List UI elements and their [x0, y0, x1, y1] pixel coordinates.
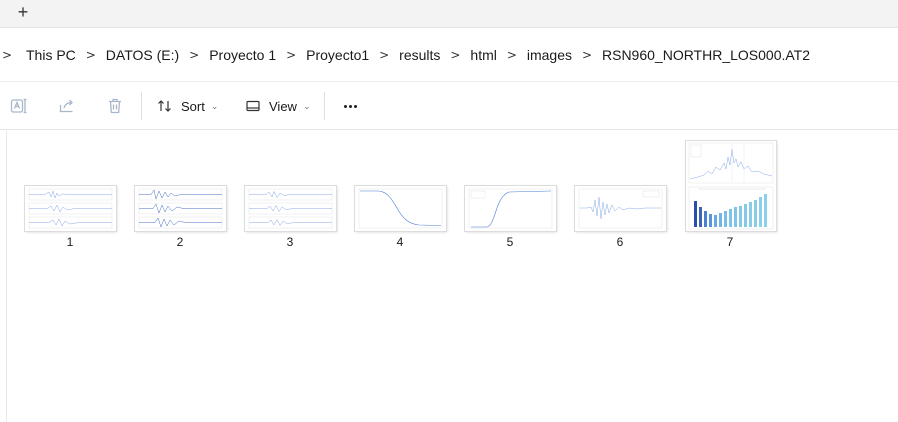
file-item[interactable]: 4: [352, 131, 448, 261]
breadcrumb-html[interactable]: html: [470, 47, 496, 63]
file-name: 7: [726, 235, 734, 249]
image-thumbnail: .: [25, 186, 116, 231]
chevron-right-icon[interactable]: >: [369, 48, 399, 62]
file-item[interactable]: 6: [572, 131, 668, 261]
chevron-right-icon[interactable]: >: [572, 48, 602, 62]
file-item[interactable]: 2: [132, 131, 228, 261]
breadcrumb-datos-drive[interactable]: DATOS (E:): [106, 47, 179, 63]
chevron-down-icon: ⌄: [302, 100, 311, 111]
ellipsis-icon: [343, 104, 347, 108]
breadcrumb-proyecto-1[interactable]: Proyecto 1: [209, 47, 276, 63]
navigation-pane-edge: [6, 131, 7, 422]
chevron-right-icon[interactable]: >: [76, 48, 106, 62]
image-thumbnail: [686, 141, 776, 231]
more-options-button[interactable]: [340, 94, 360, 118]
breadcrumb-this-pc[interactable]: This PC: [26, 47, 76, 63]
file-item[interactable]: 3: [242, 131, 338, 261]
image-thumbnail: [135, 186, 226, 231]
breadcrumb-images[interactable]: images: [527, 47, 572, 63]
chevron-down-icon: ⌄: [210, 100, 219, 111]
view-icon: [246, 100, 260, 112]
image-thumbnail: [245, 186, 336, 231]
breadcrumb-results[interactable]: results: [399, 47, 440, 63]
address-bar[interactable]: > This PC > DATOS (E:) > Proyecto 1 > Pr…: [0, 28, 898, 82]
file-name: 4: [396, 235, 404, 249]
tab-strip: +: [0, 0, 898, 28]
sort-label: Sort: [181, 98, 205, 114]
breadcrumb: > This PC > DATOS (E:) > Proyecto 1 > Pr…: [0, 28, 810, 82]
share-icon[interactable]: [57, 96, 77, 116]
ellipsis-dot: [353, 104, 357, 108]
toolbar-divider: [141, 92, 142, 120]
file-name: 3: [286, 235, 294, 249]
sort-icon: [158, 100, 171, 112]
file-name: 6: [616, 235, 624, 249]
breadcrumb-current-folder[interactable]: RSN960_NORTHR_LOS000.AT2: [602, 47, 810, 63]
image-thumbnail: [465, 186, 556, 231]
image-thumbnail: [355, 186, 446, 231]
view-button[interactable]: View ⌄: [245, 94, 311, 118]
chevron-right-icon[interactable]: >: [497, 48, 527, 62]
new-tab-button[interactable]: +: [10, 3, 36, 23]
file-name: 1: [66, 235, 74, 249]
file-item[interactable]: 7: [682, 131, 778, 261]
file-name: 2: [176, 235, 184, 249]
toolbar-divider: [324, 92, 325, 120]
chevron-right-icon[interactable]: >: [440, 48, 470, 62]
trash-icon[interactable]: [105, 96, 125, 116]
breadcrumb-proyecto1[interactable]: Proyecto1: [306, 47, 369, 63]
file-list: . 1 2 3 4 5 6 7: [0, 131, 898, 422]
file-item[interactable]: . 1: [22, 131, 118, 261]
image-thumbnail: [575, 186, 666, 231]
chevron-right-icon[interactable]: >: [0, 48, 12, 62]
chevron-right-icon[interactable]: >: [276, 48, 306, 62]
file-name: 5: [506, 235, 514, 249]
sort-button[interactable]: Sort ⌄: [157, 94, 218, 118]
chevron-right-icon[interactable]: >: [179, 48, 209, 62]
ellipsis-dot: [348, 104, 352, 108]
rename-icon[interactable]: [9, 96, 29, 116]
command-bar: Sort ⌄ View ⌄: [0, 82, 898, 130]
view-label: View: [269, 98, 297, 114]
file-item[interactable]: 5: [462, 131, 558, 261]
